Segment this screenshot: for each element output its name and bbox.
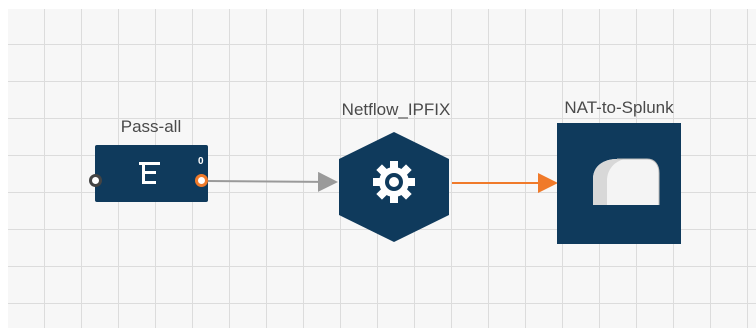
- output-port-number: 0: [198, 156, 204, 167]
- input-port[interactable]: [89, 174, 102, 187]
- node-label-pass-all: Pass-all: [120, 117, 182, 136]
- pipe-icon: [593, 158, 660, 205]
- connection-pass-all-to-netflow[interactable]: [206, 171, 338, 192]
- node-netflow-ipfix[interactable]: [336, 130, 452, 244]
- output-port[interactable]: [195, 174, 208, 187]
- gear-icon: [373, 161, 415, 203]
- node-label-nat-to-splunk: NAT-to-Splunk: [564, 98, 674, 117]
- node-label-netflow-ipfix: Netflow_IPFIX: [341, 100, 451, 119]
- filter-icon: [139, 162, 160, 184]
